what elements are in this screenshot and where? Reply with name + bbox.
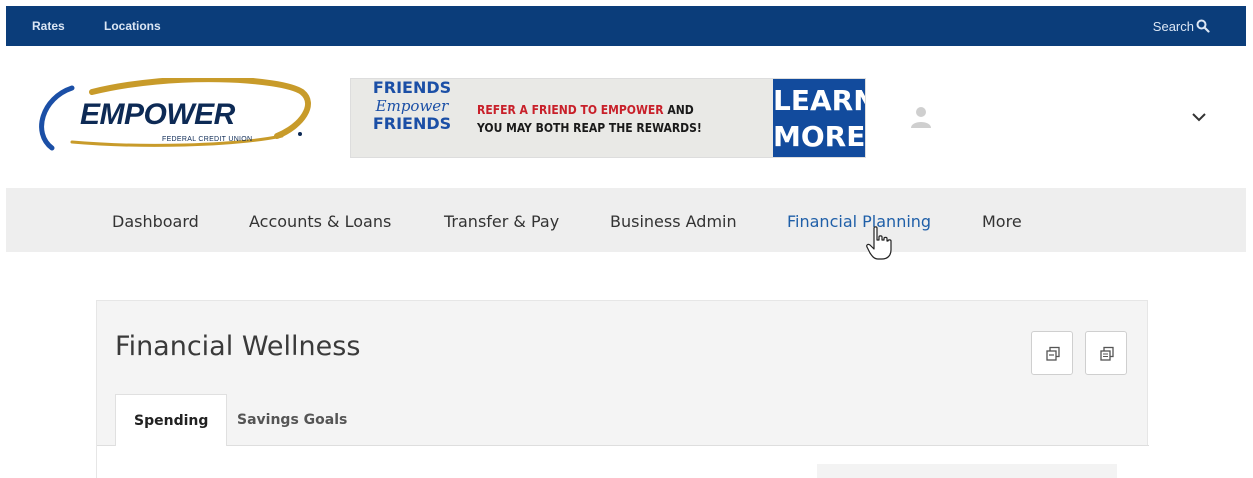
- learn-more-line2: MORE: [773, 120, 866, 153]
- locations-link[interactable]: Locations: [104, 19, 161, 33]
- banner-message: REFER A FRIEND TO EMPOWER AND YOU MAY BO…: [477, 101, 737, 137]
- learn-more-button[interactable]: LEARN MORE: [773, 79, 866, 157]
- card-title: Financial Wellness: [115, 331, 361, 362]
- logo-wordmark: EMPOWER: [80, 98, 235, 131]
- banner-friends-script: Empower: [375, 97, 449, 115]
- card-tabs: Spending Savings Goals: [97, 394, 1149, 446]
- nav-item-business-admin[interactable]: Business Admin: [610, 212, 737, 231]
- nav-item-dashboard[interactable]: Dashboard: [112, 212, 199, 231]
- expand-button[interactable]: [1031, 331, 1073, 375]
- card-body: [97, 446, 1149, 478]
- user-avatar-icon[interactable]: [908, 104, 934, 130]
- site-header: EMPOWER FEDERAL CREDIT UNION FRIENDS Emp…: [6, 46, 1246, 188]
- banner-friends-line3: FRIENDS: [372, 114, 452, 133]
- banner-message-and: AND: [663, 103, 694, 117]
- tab-spending[interactable]: Spending: [115, 394, 228, 446]
- nav-item-financial-planning[interactable]: Financial Planning: [787, 212, 931, 231]
- main-nav: Dashboard Accounts & Loans Transfer & Pa…: [6, 188, 1246, 252]
- top-utility-bar: Rates Locations Search: [6, 6, 1246, 46]
- tab-savings-goals[interactable]: Savings Goals: [219, 394, 365, 446]
- empower-logo[interactable]: EMPOWER FEDERAL CREDIT UNION: [32, 78, 322, 154]
- nav-item-more[interactable]: More: [982, 212, 1022, 231]
- refer-a-friend-banner[interactable]: FRIENDS Empower FRIENDS REFER A FRIEND T…: [350, 78, 866, 158]
- search-link[interactable]: Search: [1153, 19, 1194, 34]
- banner-friends-line1: FRIENDS: [372, 78, 452, 97]
- nav-item-transfer-pay[interactable]: Transfer & Pay: [444, 212, 559, 231]
- learn-more-line1: LEARN: [773, 84, 865, 117]
- financial-wellness-card: Financial Wellness Spending Savings Goal…: [96, 300, 1149, 478]
- expand-icon: [1046, 346, 1060, 361]
- rates-link[interactable]: Rates: [32, 19, 65, 33]
- banner-message-highlight: REFER A FRIEND TO EMPOWER: [477, 103, 664, 117]
- card-body-placeholder: [817, 464, 1117, 478]
- chevron-down-icon[interactable]: [1191, 110, 1207, 124]
- nav-item-accounts-loans[interactable]: Accounts & Loans: [249, 212, 391, 231]
- popout-button[interactable]: [1085, 331, 1127, 375]
- hand-cursor-icon: [866, 226, 892, 260]
- logo-subtitle: FEDERAL CREDIT UNION: [162, 136, 253, 143]
- banner-friends-text: FRIENDS Empower FRIENDS: [367, 79, 457, 133]
- search-icon[interactable]: [1196, 19, 1210, 33]
- popout-icon: [1100, 346, 1114, 361]
- banner-message-line2: YOU MAY BOTH REAP THE REWARDS!: [477, 121, 702, 135]
